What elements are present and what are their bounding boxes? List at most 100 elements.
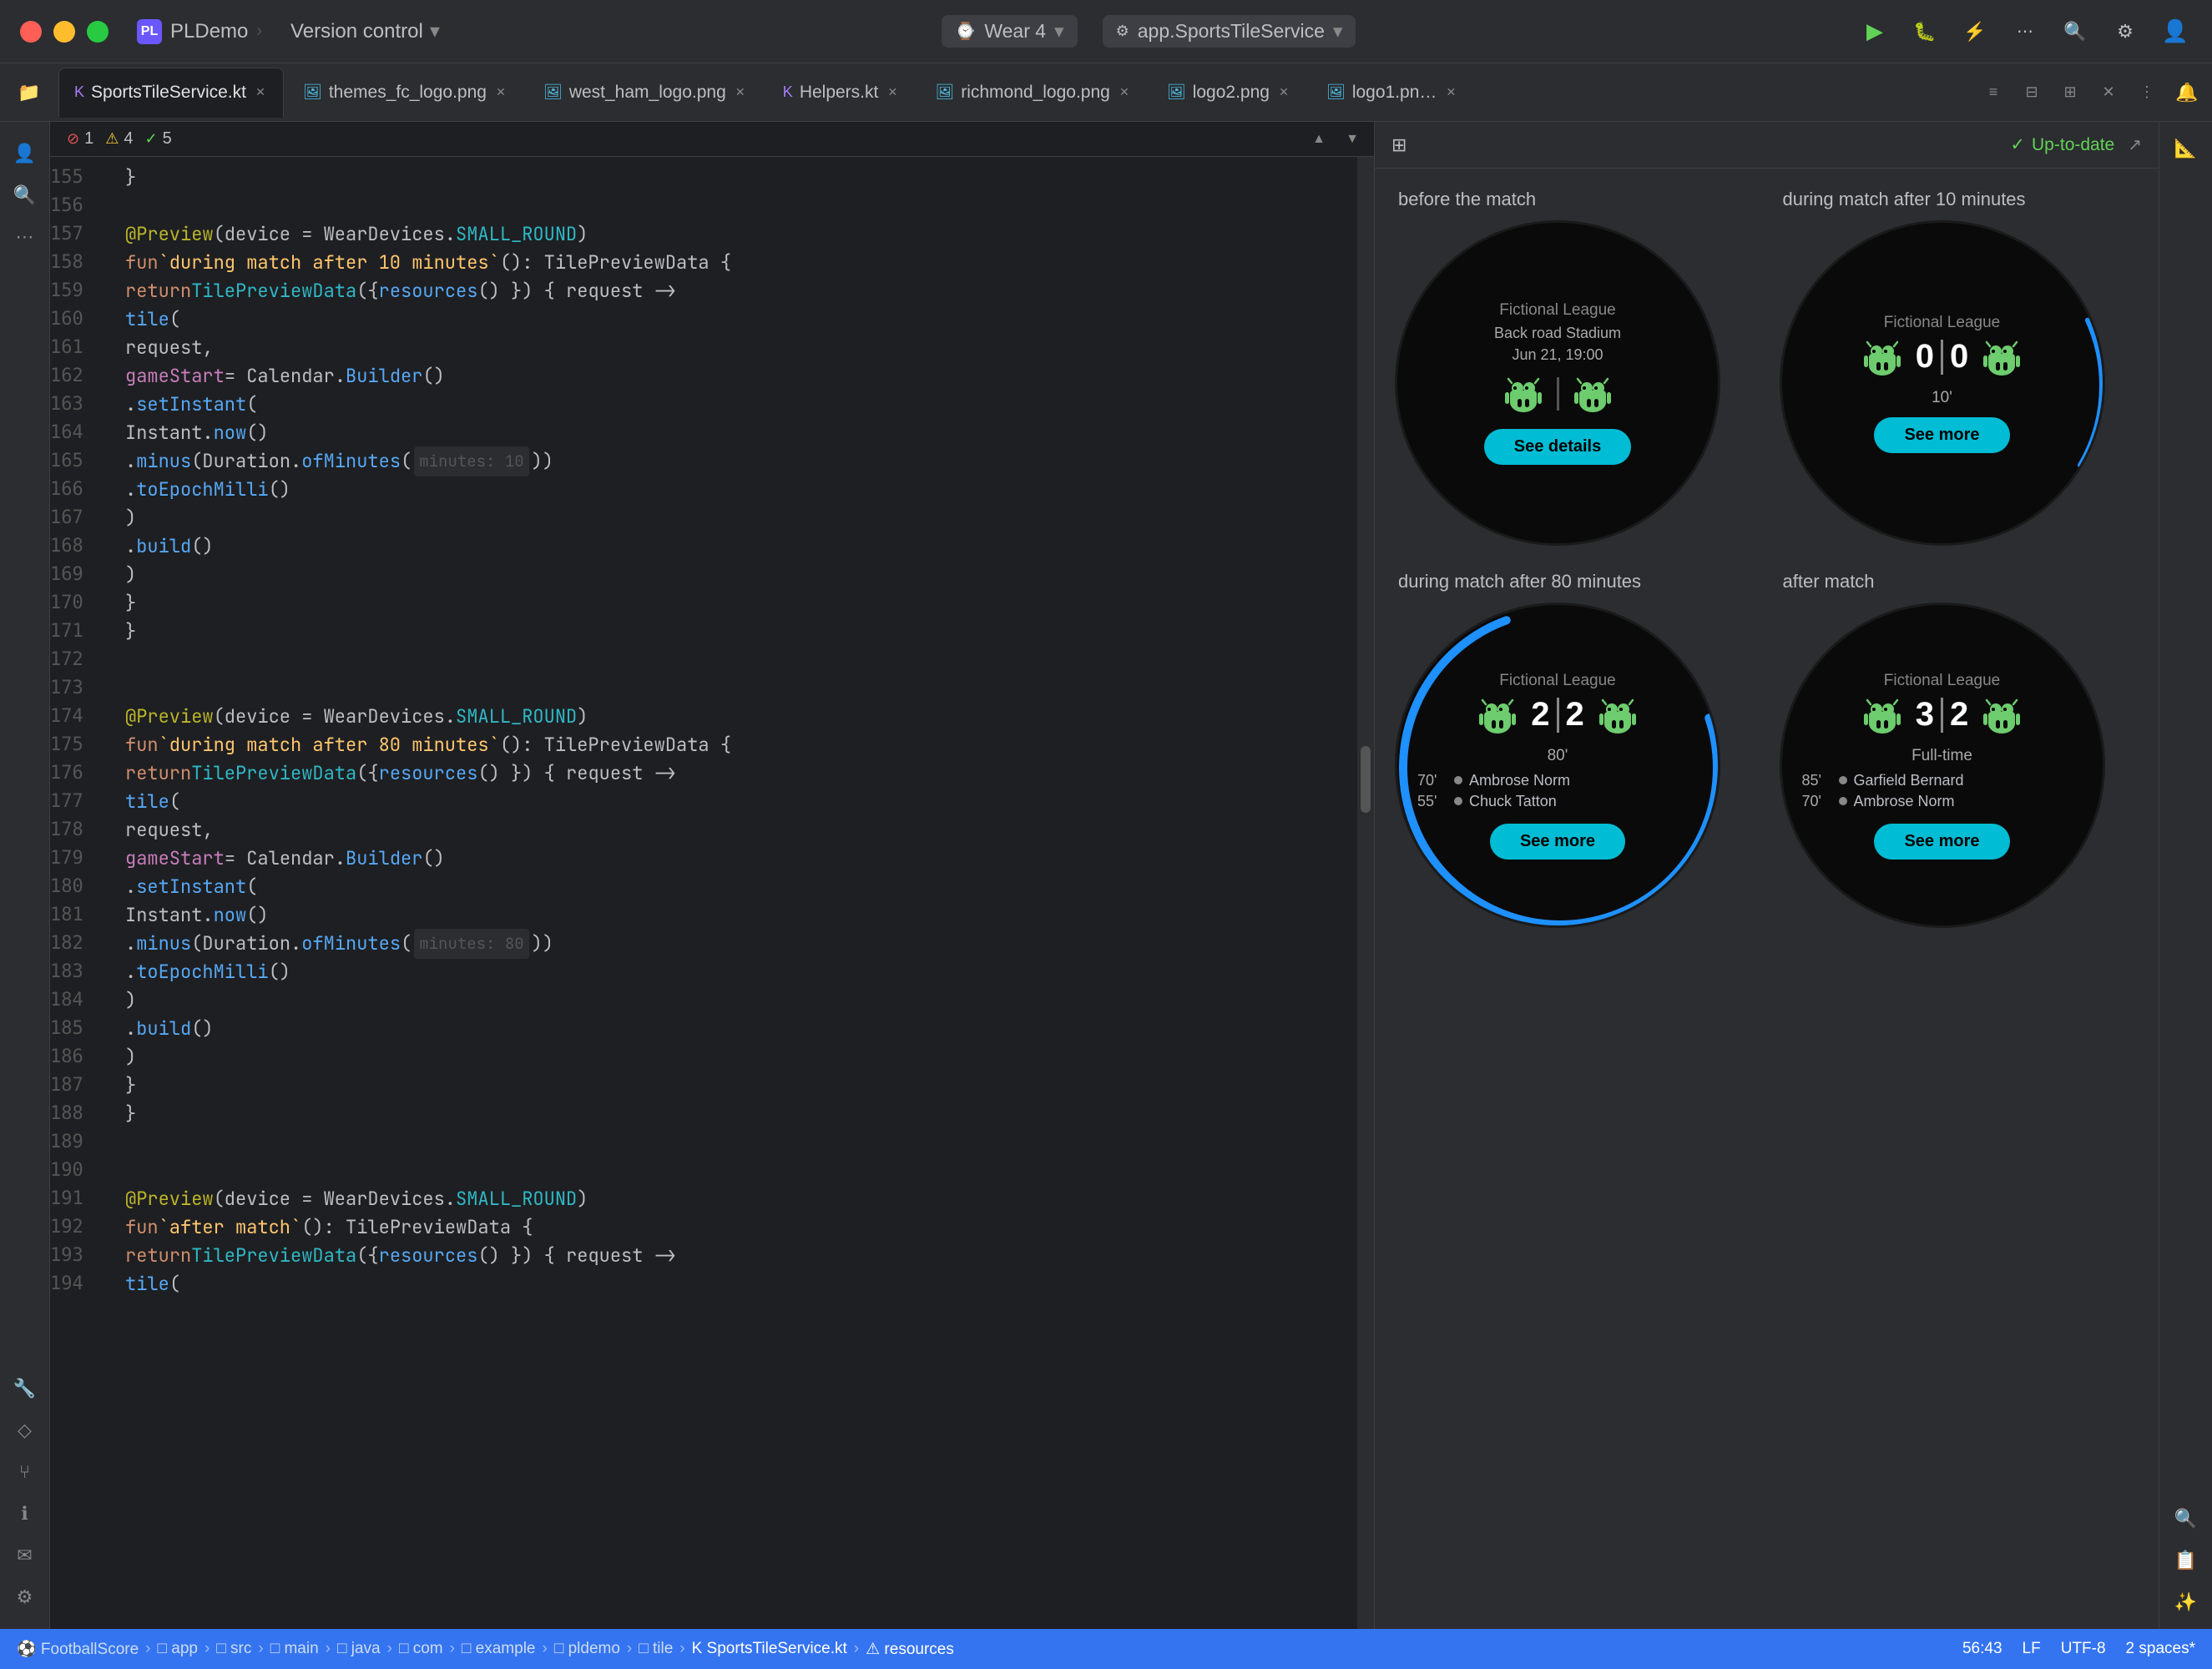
wear-selector[interactable]: ⌚ Wear 4 ▾ [942, 15, 1077, 48]
tab-close-westham[interactable]: ✕ [733, 85, 748, 100]
more-actions-button[interactable]: ⋯ [2008, 15, 2042, 48]
preview-panel-icon[interactable]: 📐 [2168, 130, 2204, 167]
minimize-window-button[interactable] [53, 21, 75, 43]
fold-down-button[interactable]: ▼ [1339, 126, 1366, 153]
run-button[interactable]: ▶ [1858, 15, 1891, 48]
sidebar-find-icon[interactable]: 🔍 [7, 177, 43, 214]
code-line[interactable]: gameStart = Calendar.Builder() [109, 845, 1357, 873]
expand-icon[interactable]: ↗ [2128, 134, 2142, 155]
tab-close-richmond[interactable]: ✕ [1117, 85, 1132, 100]
code-line[interactable]: fun `after match`(): TilePreviewData { [109, 1213, 1357, 1242]
notification-button[interactable]: 🔔 [2170, 76, 2204, 109]
code-line[interactable]: fun `during match after 80 minutes`(): T… [109, 731, 1357, 759]
tab-themes-logo[interactable]: 🖼 themes_fc_logo.png ✕ [287, 68, 524, 118]
code-line[interactable]: return TilePreviewData({ resources() }) … [109, 277, 1357, 305]
tab-list-button[interactable]: ≡ [1978, 78, 2008, 108]
tab-helpers[interactable]: K Helpers.kt ✕ [767, 68, 917, 118]
debug-button[interactable]: 🐛 [1908, 15, 1942, 48]
project-tree-button[interactable]: 📁 [8, 72, 50, 113]
more-tabs-button[interactable]: ⋮ [2132, 78, 2162, 108]
code-line[interactable]: .build() [109, 1015, 1357, 1043]
profile-avatar[interactable]: 👤 [2159, 15, 2192, 48]
tab-close-sports[interactable]: ✕ [253, 85, 268, 100]
breadcrumb-src[interactable]: □ src [216, 1640, 251, 1658]
code-line[interactable]: request, [109, 816, 1357, 845]
watch-see-details-button[interactable]: See details [1484, 429, 1632, 465]
code-line[interactable]: .minus(Duration.ofMinutes(minutes: 80)) [109, 930, 1357, 958]
code-line[interactable]: .setInstant( [109, 391, 1357, 419]
settings-button[interactable]: ⚙ [2108, 15, 2142, 48]
info-badge[interactable]: ✓ 5 [144, 129, 171, 149]
code-line[interactable]: ) [109, 561, 1357, 589]
sidebar-sketch-icon[interactable]: ◇ [7, 1412, 43, 1449]
watch-see-more-button[interactable]: See more [1874, 824, 2009, 860]
sidebar-project-icon[interactable]: 👤 [7, 135, 43, 172]
tab-close-themes[interactable]: ✕ [493, 85, 508, 100]
tab-logo2[interactable]: 🖼 logo2.png ✕ [1151, 68, 1307, 118]
breadcrumb-symbol[interactable]: ⚠ resources [866, 1640, 954, 1659]
code-line[interactable]: @Preview(device = WearDevices.SMALL_ROUN… [109, 220, 1357, 249]
breadcrumb-footballscore[interactable]: ⚽ FootballScore [17, 1639, 139, 1659]
code-line[interactable]: return TilePreviewData({ resources() }) … [109, 759, 1357, 788]
code-line[interactable]: @Preview(device = WearDevices.SMALL_ROUN… [109, 1185, 1357, 1213]
breadcrumb-file[interactable]: K SportsTileService.kt [692, 1640, 847, 1658]
code-line[interactable] [109, 1128, 1357, 1157]
search-button[interactable]: 🔍 [2058, 15, 2092, 48]
code-line[interactable]: request, [109, 334, 1357, 362]
code-line[interactable]: .minus(Duration.ofMinutes(minutes: 10)) [109, 447, 1357, 476]
split-vertical-button[interactable]: ⊞ [2055, 78, 2085, 108]
code-line[interactable]: .setInstant( [109, 873, 1357, 901]
warning-badge[interactable]: ⚠ 4 [105, 129, 133, 149]
tab-logo1[interactable]: 🖼 logo1.pn… ✕ [1311, 68, 1474, 118]
code-line[interactable]: } [109, 1071, 1357, 1100]
service-selector[interactable]: ⚙ app.SportsTileService ▾ [1103, 15, 1356, 48]
sidebar-info-icon[interactable]: ℹ [7, 1495, 43, 1532]
profile-button[interactable]: ⚡ [1958, 15, 1992, 48]
app-menu[interactable]: PL PLDemo › [125, 19, 274, 44]
sidebar-email-icon[interactable]: ✉ [7, 1537, 43, 1574]
tab-close-logo1[interactable]: ✕ [1443, 85, 1458, 100]
copy-icon[interactable]: 📋 [2168, 1542, 2204, 1579]
code-line[interactable]: fun `during match after 10 minutes`(): T… [109, 249, 1357, 277]
sidebar-settings-icon[interactable]: ⚙ [7, 1579, 43, 1616]
code-line[interactable]: } [109, 589, 1357, 618]
error-badge[interactable]: ⊘ 1 [67, 129, 93, 149]
code-scroll-area[interactable]: 1551561571581591601611621631641651661671… [50, 157, 1374, 1629]
code-line[interactable]: .toEpochMilli() [109, 476, 1357, 504]
sparkle-icon[interactable]: ✨ [2168, 1584, 2204, 1621]
breadcrumb-app[interactable]: □ app [158, 1640, 198, 1658]
breadcrumb-pldemo[interactable]: □ pldemo [554, 1640, 620, 1658]
close-window-button[interactable] [20, 21, 42, 43]
sidebar-more-icon[interactable]: ⋯ [7, 219, 43, 255]
code-line[interactable]: @Preview(device = WearDevices.SMALL_ROUN… [109, 703, 1357, 731]
maximize-window-button[interactable] [87, 21, 109, 43]
tab-richmond-logo[interactable]: 🖼 richmond_logo.png ✕ [919, 68, 1147, 118]
breadcrumb-tile[interactable]: □ tile [639, 1640, 673, 1658]
code-line[interactable]: tile( [109, 788, 1357, 816]
code-line[interactable]: Instant.now() [109, 901, 1357, 930]
code-line[interactable]: ) [109, 504, 1357, 532]
code-line[interactable]: } [109, 1100, 1357, 1128]
code-scrollbar[interactable] [1357, 157, 1374, 1629]
code-line[interactable]: ) [109, 1043, 1357, 1071]
sidebar-plugins-icon[interactable]: 🔧 [7, 1370, 43, 1407]
code-line[interactable]: Instant.now() [109, 419, 1357, 447]
breadcrumb-main[interactable]: □ main [270, 1640, 319, 1658]
cursor-position[interactable]: 56:43 [1962, 1640, 2002, 1658]
code-line[interactable]: .toEpochMilli() [109, 958, 1357, 986]
encoding[interactable]: UTF-8 [2061, 1640, 2106, 1658]
code-lines[interactable]: } @Preview(device = WearDevices.SMALL_ROU… [109, 157, 1357, 1629]
breadcrumb-com[interactable]: □ com [399, 1640, 443, 1658]
code-line[interactable]: return TilePreviewData({ resources() }) … [109, 1242, 1357, 1270]
sidebar-git-icon[interactable]: ⑂ [7, 1454, 43, 1490]
code-line[interactable]: } [109, 618, 1357, 646]
code-line[interactable]: .build() [109, 532, 1357, 561]
breadcrumb-java[interactable]: □ java [337, 1640, 381, 1658]
breadcrumb-example[interactable]: □ example [462, 1640, 536, 1658]
inspect-icon[interactable]: 🔍 [2168, 1500, 2204, 1537]
tab-westham-logo[interactable]: 🖼 west_ham_logo.png ✕ [528, 68, 764, 118]
code-line[interactable] [109, 192, 1357, 220]
line-separator[interactable]: LF [2023, 1640, 2041, 1658]
tab-close-helpers[interactable]: ✕ [885, 85, 900, 100]
code-line[interactable]: } [109, 164, 1357, 192]
